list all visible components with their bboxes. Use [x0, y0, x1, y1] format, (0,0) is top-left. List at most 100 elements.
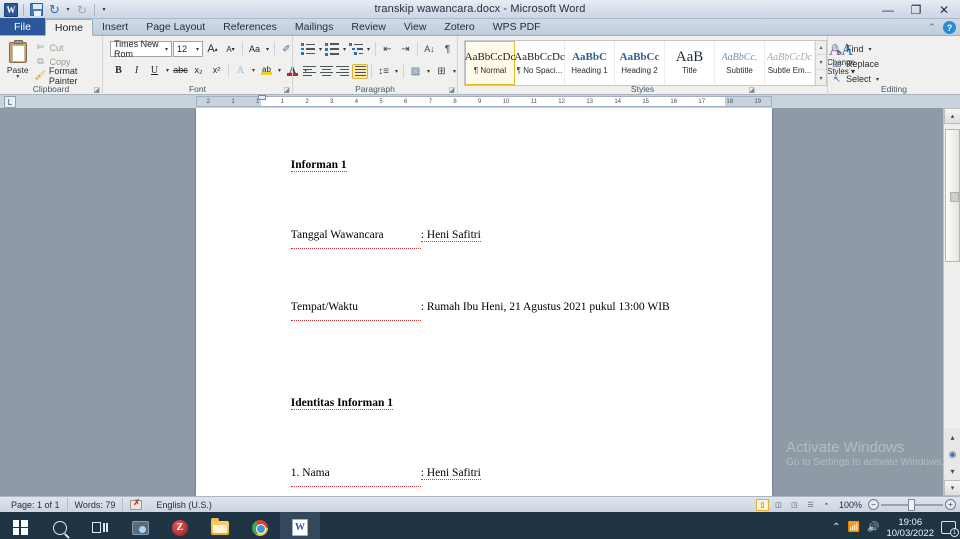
page-indicator[interactable]: Page: 1 of 1: [4, 498, 68, 511]
underline-dropdown[interactable]: ▾: [164, 67, 171, 74]
start-button[interactable]: [0, 512, 40, 539]
network-icon[interactable]: 📶: [848, 522, 860, 533]
paste-button[interactable]: Paste ▾: [3, 40, 32, 80]
bullets-button[interactable]: [301, 42, 316, 56]
show-hidden-icons-button[interactable]: ⌃: [832, 522, 840, 533]
tab-stop-selector[interactable]: L: [4, 96, 16, 108]
print-layout-view-button[interactable]: ▯: [755, 498, 769, 511]
chevron-down-icon[interactable]: ▾: [341, 46, 348, 53]
microsoft-word-button[interactable]: W: [280, 512, 320, 539]
outline-view-button[interactable]: ☰: [804, 499, 817, 511]
show-formatting-marks-button[interactable]: ¶: [439, 41, 456, 58]
strikethrough-button[interactable]: abc: [172, 62, 189, 79]
proofing-status-button[interactable]: [123, 498, 149, 511]
tab-references[interactable]: References: [214, 18, 286, 35]
grow-font-button[interactable]: A ▴: [204, 41, 221, 58]
tab-zotero[interactable]: Zotero: [435, 18, 483, 35]
align-left-button[interactable]: [301, 64, 317, 79]
multilevel-list-button[interactable]: [349, 42, 364, 56]
tab-page-layout[interactable]: Page Layout: [137, 18, 214, 35]
file-explorer-button[interactable]: [200, 512, 240, 539]
align-right-button[interactable]: [335, 64, 351, 79]
previous-page-button[interactable]: ▴: [944, 429, 960, 446]
close-button[interactable]: ✕: [930, 0, 958, 19]
style-title[interactable]: AaB Title: [665, 41, 715, 85]
change-case-button[interactable]: Aa: [246, 41, 263, 58]
style-normal[interactable]: AaBbCcDc ¶ Normal: [465, 41, 515, 85]
shrink-font-button[interactable]: A ▾: [222, 41, 239, 58]
zoom-track[interactable]: [881, 498, 943, 511]
replace-button[interactable]: ab Replace: [831, 57, 881, 71]
chevron-down-icon[interactable]: ▾: [276, 67, 283, 74]
decrease-indent-button[interactable]: ⇤: [379, 41, 396, 58]
tab-home[interactable]: Home: [44, 19, 93, 36]
chevron-down-icon[interactable]: ▾: [393, 68, 400, 75]
scrollbar-thumb[interactable]: [945, 129, 960, 262]
task-view-button[interactable]: [80, 512, 120, 539]
line-spacing-button[interactable]: ↕≡: [375, 63, 392, 80]
font-dialog-launcher[interactable]: ◪: [283, 86, 290, 94]
draft-view-button[interactable]: ▪: [820, 499, 833, 511]
sort-button[interactable]: A↓: [421, 41, 438, 58]
clock[interactable]: 19:06 10/03/2022: [886, 517, 934, 539]
styles-more-button[interactable]: ▾: [816, 71, 826, 85]
tab-view[interactable]: View: [395, 18, 436, 35]
notifications-button[interactable]: 1: [941, 521, 959, 537]
subscript-button[interactable]: x₂: [190, 62, 207, 79]
volume-icon[interactable]: 🔊: [867, 522, 879, 533]
find-button[interactable]: 🔍 Find ▾: [831, 42, 881, 56]
full-screen-reading-view-button[interactable]: ◫: [772, 499, 785, 511]
cut-button[interactable]: ✄ Cut: [34, 41, 99, 54]
scroll-down-button[interactable]: ▾: [944, 480, 960, 496]
styles-scroll-up-button[interactable]: ▴: [816, 41, 826, 55]
clipboard-dialog-launcher[interactable]: ◪: [93, 86, 100, 94]
zoom-level[interactable]: 100%: [839, 500, 862, 510]
justify-button[interactable]: [352, 63, 368, 79]
tab-file[interactable]: File: [0, 18, 45, 35]
borders-button[interactable]: ⊞: [433, 63, 450, 80]
bold-button[interactable]: B: [110, 62, 127, 79]
help-icon[interactable]: ?: [943, 21, 956, 34]
minimize-ribbon-icon[interactable]: ⌃: [928, 22, 939, 33]
scroll-up-button[interactable]: ▴: [944, 108, 960, 124]
next-page-button[interactable]: ▾: [944, 463, 960, 480]
restore-button[interactable]: ❐: [902, 0, 930, 19]
style-subtle-emphasis[interactable]: AaBbCcDc Subtle Em...: [765, 41, 815, 85]
style-heading-2[interactable]: AaBbCc Heading 2: [615, 41, 665, 85]
search-button[interactable]: [40, 512, 80, 539]
paragraph-dialog-launcher[interactable]: ◪: [448, 86, 455, 94]
zotero-app-button[interactable]: Z: [160, 512, 200, 539]
zoom-out-button[interactable]: −: [868, 499, 879, 510]
document-body[interactable]: Informan 1 Tanggal Wawancara: Heni Safit…: [196, 108, 772, 496]
style-subtitle[interactable]: AaBbCc. Subtitle: [715, 41, 765, 85]
zoom-thumb[interactable]: [908, 498, 915, 511]
horizontal-ruler[interactable]: [196, 96, 772, 107]
superscript-button[interactable]: x²: [208, 62, 225, 79]
style-heading-1[interactable]: AaBbC Heading 1: [565, 41, 615, 85]
document-page[interactable]: Informan 1 Tanggal Wawancara: Heni Safit…: [196, 108, 772, 496]
minimize-button[interactable]: —: [874, 0, 902, 19]
tab-mailings[interactable]: Mailings: [286, 18, 343, 35]
shading-button[interactable]: ▨: [407, 63, 424, 80]
language-indicator[interactable]: English (U.S.): [149, 498, 219, 511]
format-painter-button[interactable]: 🖌 Format Painter: [34, 66, 99, 86]
web-layout-view-button[interactable]: ◳: [788, 499, 801, 511]
tab-wps-pdf[interactable]: WPS PDF: [484, 18, 550, 35]
first-line-indent-marker[interactable]: [258, 95, 266, 100]
font-name-input[interactable]: Times New Rom ▾: [110, 39, 172, 59]
tab-review[interactable]: Review: [342, 18, 394, 35]
chevron-down-icon[interactable]: ▾: [365, 46, 372, 53]
styles-dialog-launcher[interactable]: ◪: [748, 86, 755, 94]
zoom-in-button[interactable]: +: [945, 499, 956, 510]
highlight-button[interactable]: ab: [258, 62, 275, 79]
styles-scroll-down-button[interactable]: ▾: [816, 56, 826, 70]
italic-button[interactable]: I: [128, 62, 145, 79]
vertical-scrollbar[interactable]: ▴ ▴ ◉ ▾ ▾: [943, 108, 960, 496]
tab-insert[interactable]: Insert: [93, 18, 137, 35]
align-center-button[interactable]: [318, 64, 334, 79]
camera-app-button[interactable]: [120, 512, 160, 539]
font-size-input[interactable]: 12 ▾: [173, 41, 203, 57]
chevron-down-icon[interactable]: ▾: [264, 46, 271, 53]
text-effects-button[interactable]: A: [232, 62, 249, 79]
numbering-button[interactable]: [325, 42, 340, 56]
